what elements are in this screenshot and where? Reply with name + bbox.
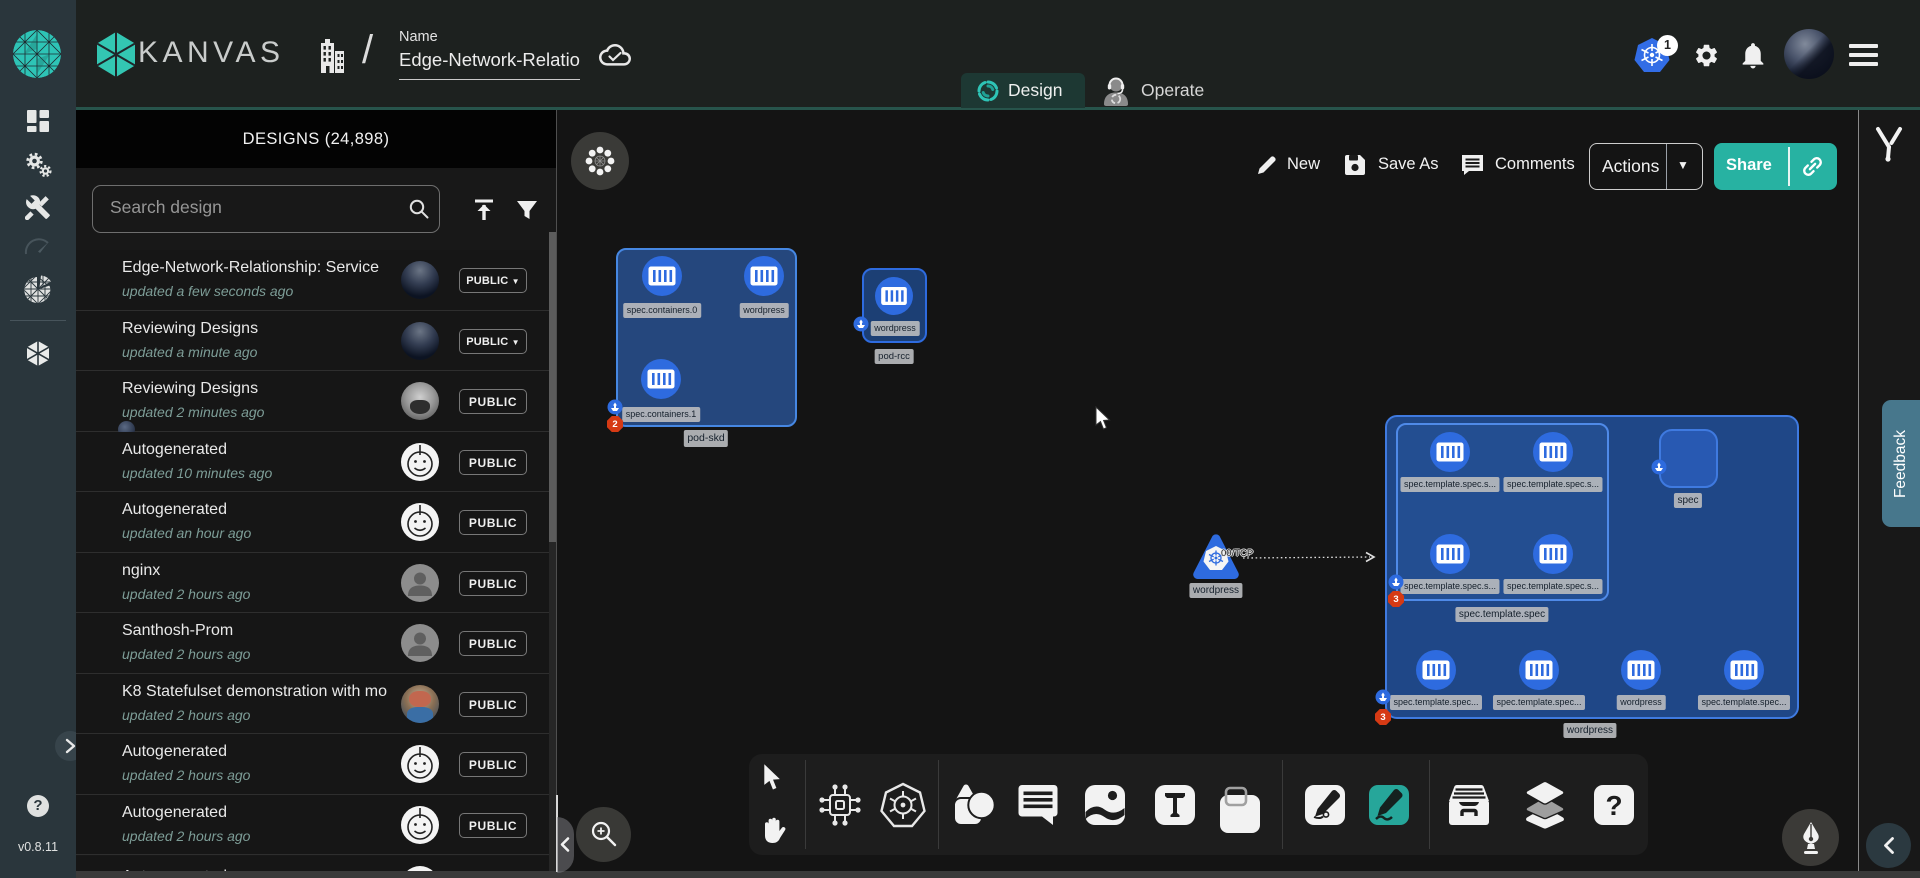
svg-text:?: ? [1605,790,1622,821]
